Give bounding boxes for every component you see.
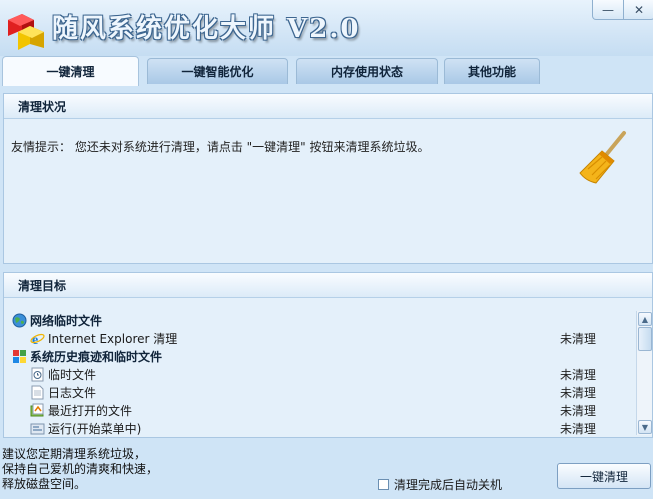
list-item-run-history[interactable]: 运行(开始菜单中) 未清理 <box>5 419 635 435</box>
list-group-system-history[interactable]: 系统历史痕迹和临时文件 <box>5 347 635 365</box>
list-scrollbar[interactable]: ▲ ▼ <box>636 311 652 435</box>
tab-other-functions[interactable]: 其他功能 <box>444 58 540 84</box>
list-group-web-temp[interactable]: 网络临时文件 <box>5 311 635 329</box>
broom-icon <box>579 131 626 184</box>
close-button[interactable]: ✕ <box>623 0 653 19</box>
list-item-ie[interactable]: e Internet Explorer 清理 未清理 <box>5 329 635 347</box>
window-controls: — ✕ <box>592 0 653 20</box>
scroll-thumb[interactable] <box>638 327 652 351</box>
status-panel-title: 清理状况 <box>4 94 652 119</box>
item-status: 未清理 <box>560 331 597 346</box>
advice-text: 建议您定期清理系统垃圾， 保持自己爱机的清爽和快速， 释放磁盘空间。 <box>2 447 159 491</box>
tab-memory-status[interactable]: 内存使用状态 <box>296 58 438 84</box>
run-icon <box>29 420 45 435</box>
one-click-clean-button[interactable]: 一键清理 <box>557 463 651 489</box>
auto-shutdown-checkbox[interactable] <box>378 479 389 490</box>
scroll-up-button[interactable]: ▲ <box>638 312 652 326</box>
item-status: 未清理 <box>560 367 597 382</box>
app-title: 随风系统优化大师 V2.0 <box>52 14 361 44</box>
status-panel: 清理状况 友情提示： 您还未对系统进行清理，请点击 "一键清理" 按钮来清理系统… <box>3 93 653 264</box>
auto-shutdown-option[interactable]: 清理完成后自动关机 <box>378 476 502 493</box>
target-panel-title: 清理目标 <box>4 273 652 298</box>
item-status: 未清理 <box>560 403 597 418</box>
tab-smart-optimize[interactable]: 一键智能优化 <box>147 58 288 84</box>
item-status: 未清理 <box>560 385 597 400</box>
item-status: 未清理 <box>560 421 597 436</box>
app-logo-icon <box>8 14 44 50</box>
list-item-recent-files[interactable]: 最近打开的文件 未清理 <box>5 401 635 419</box>
tab-one-click-clean[interactable]: 一键清理 <box>2 56 139 86</box>
windows-icon <box>11 348 27 364</box>
recent-files-icon <box>29 402 45 418</box>
tab-bar: 一键清理 一键智能优化 内存使用状态 其他功能 <box>0 56 653 86</box>
auto-shutdown-label: 清理完成后自动关机 <box>394 478 503 492</box>
scroll-down-button[interactable]: ▼ <box>638 420 652 434</box>
file-clock-icon <box>29 366 45 382</box>
globe-icon <box>11 312 27 328</box>
status-hint: 友情提示： 您还未对系统进行清理，请点击 "一键清理" 按钮来清理系统垃圾。 <box>11 140 430 154</box>
log-file-icon <box>29 384 45 400</box>
minimize-button[interactable]: — <box>593 0 623 19</box>
list-item-temp-files[interactable]: 临时文件 未清理 <box>5 365 635 383</box>
target-list: 网络临时文件 e Internet Explorer 清理 未清理 系统历史痕迹… <box>5 311 635 435</box>
title-bar: 随风系统优化大师 V2.0 — ✕ <box>0 0 653 56</box>
ie-icon: e <box>29 330 45 346</box>
target-panel: 清理目标 网络临时文件 e Internet Explorer 清理 未清理 系… <box>3 272 653 438</box>
list-item-log-files[interactable]: 日志文件 未清理 <box>5 383 635 401</box>
